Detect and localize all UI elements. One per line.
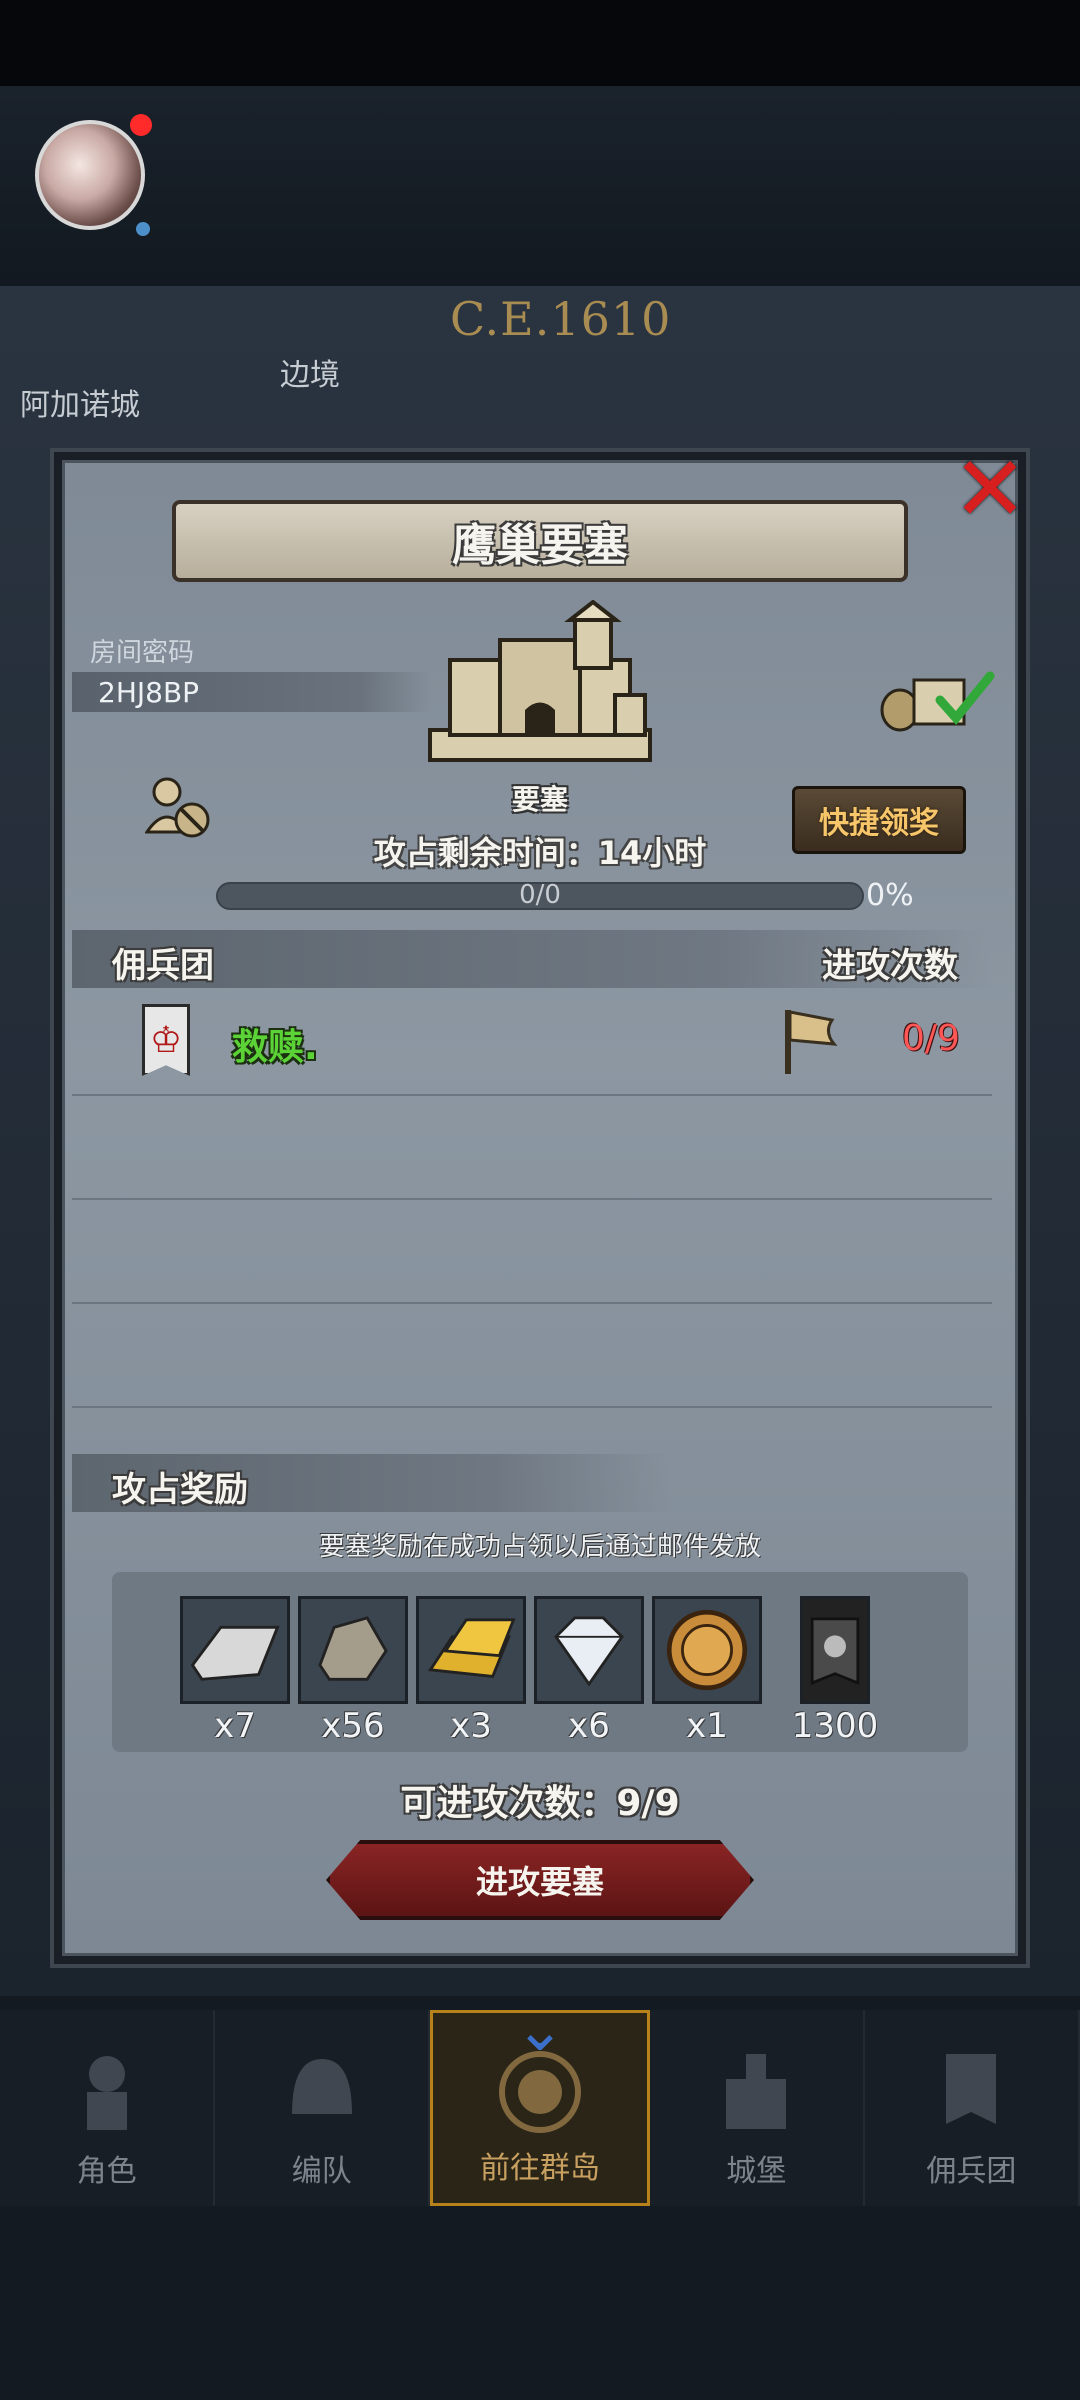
row-divider — [72, 1406, 992, 1408]
reward-qty: x3 — [450, 1706, 492, 1746]
banner-icon — [946, 2054, 997, 2124]
knight-medal-icon[interactable] — [652, 1596, 762, 1704]
nav-item-mercenary[interactable]: 佣兵团 — [865, 2010, 1080, 2206]
dialog-title-banner: 鹰巢要塞 — [172, 500, 908, 582]
reward-qty: x1 — [686, 1706, 728, 1746]
nav-label: 佣兵团 — [926, 2154, 1017, 2189]
nav-label: 城堡 — [726, 2154, 787, 2189]
reward-qty: 1300 — [791, 1706, 879, 1746]
diamond-icon[interactable] — [534, 1596, 644, 1704]
quick-claim-label: 快捷领奖 — [819, 806, 939, 841]
nav-item-islands[interactable]: ⌄ 前往群岛 — [430, 1995, 650, 2206]
nav-item-formation[interactable]: 编队 — [215, 2010, 431, 2206]
compass-icon — [499, 2051, 581, 2133]
reward-section-title: 攻占奖励 — [112, 1470, 248, 1510]
header-band — [0, 86, 1080, 286]
nav-label: 前往群岛 — [480, 2151, 600, 2186]
notification-dot — [130, 114, 152, 136]
attacks-left: 可进攻次数：9/9 — [400, 1783, 680, 1824]
attack-fortress-label: 进攻要塞 — [475, 1863, 604, 1901]
mercenary-section-title: 佣兵团 — [112, 946, 214, 986]
reward-qty: x6 — [568, 1706, 610, 1746]
quick-claim-button[interactable]: 快捷领奖 — [792, 786, 966, 854]
room-code-label: 房间密码 — [90, 638, 195, 668]
map-location-label-2: 边境 — [280, 358, 340, 393]
reward-qty: x7 — [214, 1706, 256, 1746]
nav-item-castle[interactable]: 城堡 — [650, 2010, 865, 2206]
map-location-label: 阿加诺城 — [20, 388, 140, 423]
nav-label: 编队 — [291, 2154, 352, 2189]
stone-icon[interactable] — [298, 1596, 408, 1704]
attack-fortress-button[interactable]: 进攻要塞 — [326, 1840, 754, 1920]
mercenary-emblem-icon: ♔ — [142, 1004, 190, 1076]
attack-count-header: 进攻次数 — [822, 946, 958, 986]
row-divider — [72, 1198, 992, 1200]
status-bar — [0, 0, 1080, 86]
mercenary-banner-icon[interactable] — [800, 1596, 870, 1704]
nav-item-character[interactable]: 角色 — [0, 2010, 216, 2206]
attack-count: 0/9 — [902, 1018, 960, 1059]
row-divider — [72, 1302, 992, 1304]
avatar-status-icon — [136, 222, 150, 236]
capture-progress-percent: 0% — [866, 878, 914, 913]
reward-qty: x56 — [321, 1706, 385, 1746]
no-person-icon[interactable] — [145, 776, 215, 840]
helmet-icon — [291, 2059, 352, 2114]
reward-note: 要塞奖励在成功占领以后通过邮件发放 — [318, 1532, 761, 1562]
map-year-label: C.E.1610 — [450, 292, 672, 346]
time-remaining: 攻占剩余时间：14小时 — [373, 834, 707, 872]
iron-ingot-icon[interactable] — [180, 1596, 290, 1704]
castle-icon — [428, 600, 652, 762]
row-divider — [72, 1094, 992, 1096]
flag-icon — [785, 1010, 838, 1074]
castle-nav-icon — [726, 2054, 787, 2129]
room-code: 2HJ8BP — [98, 676, 200, 709]
dialog-title: 鹰巢要塞 — [452, 520, 628, 571]
nav-label: 角色 — [76, 2154, 137, 2189]
reward-claimed-icon — [880, 671, 995, 732]
capture-progress-text: 0/0 — [519, 880, 561, 910]
castle-label: 要塞 — [511, 783, 568, 816]
bottom-nav: 角色 编队 ⌄ 前往群岛 城堡 佣兵团 — [0, 1995, 1080, 2206]
mercenary-name[interactable]: 救赎. — [232, 1018, 318, 1070]
knight-icon — [86, 2056, 127, 2130]
close-button[interactable]: ✕ — [950, 445, 1030, 535]
gold-bar-icon[interactable] — [416, 1596, 526, 1704]
player-avatar[interactable] — [35, 120, 145, 230]
